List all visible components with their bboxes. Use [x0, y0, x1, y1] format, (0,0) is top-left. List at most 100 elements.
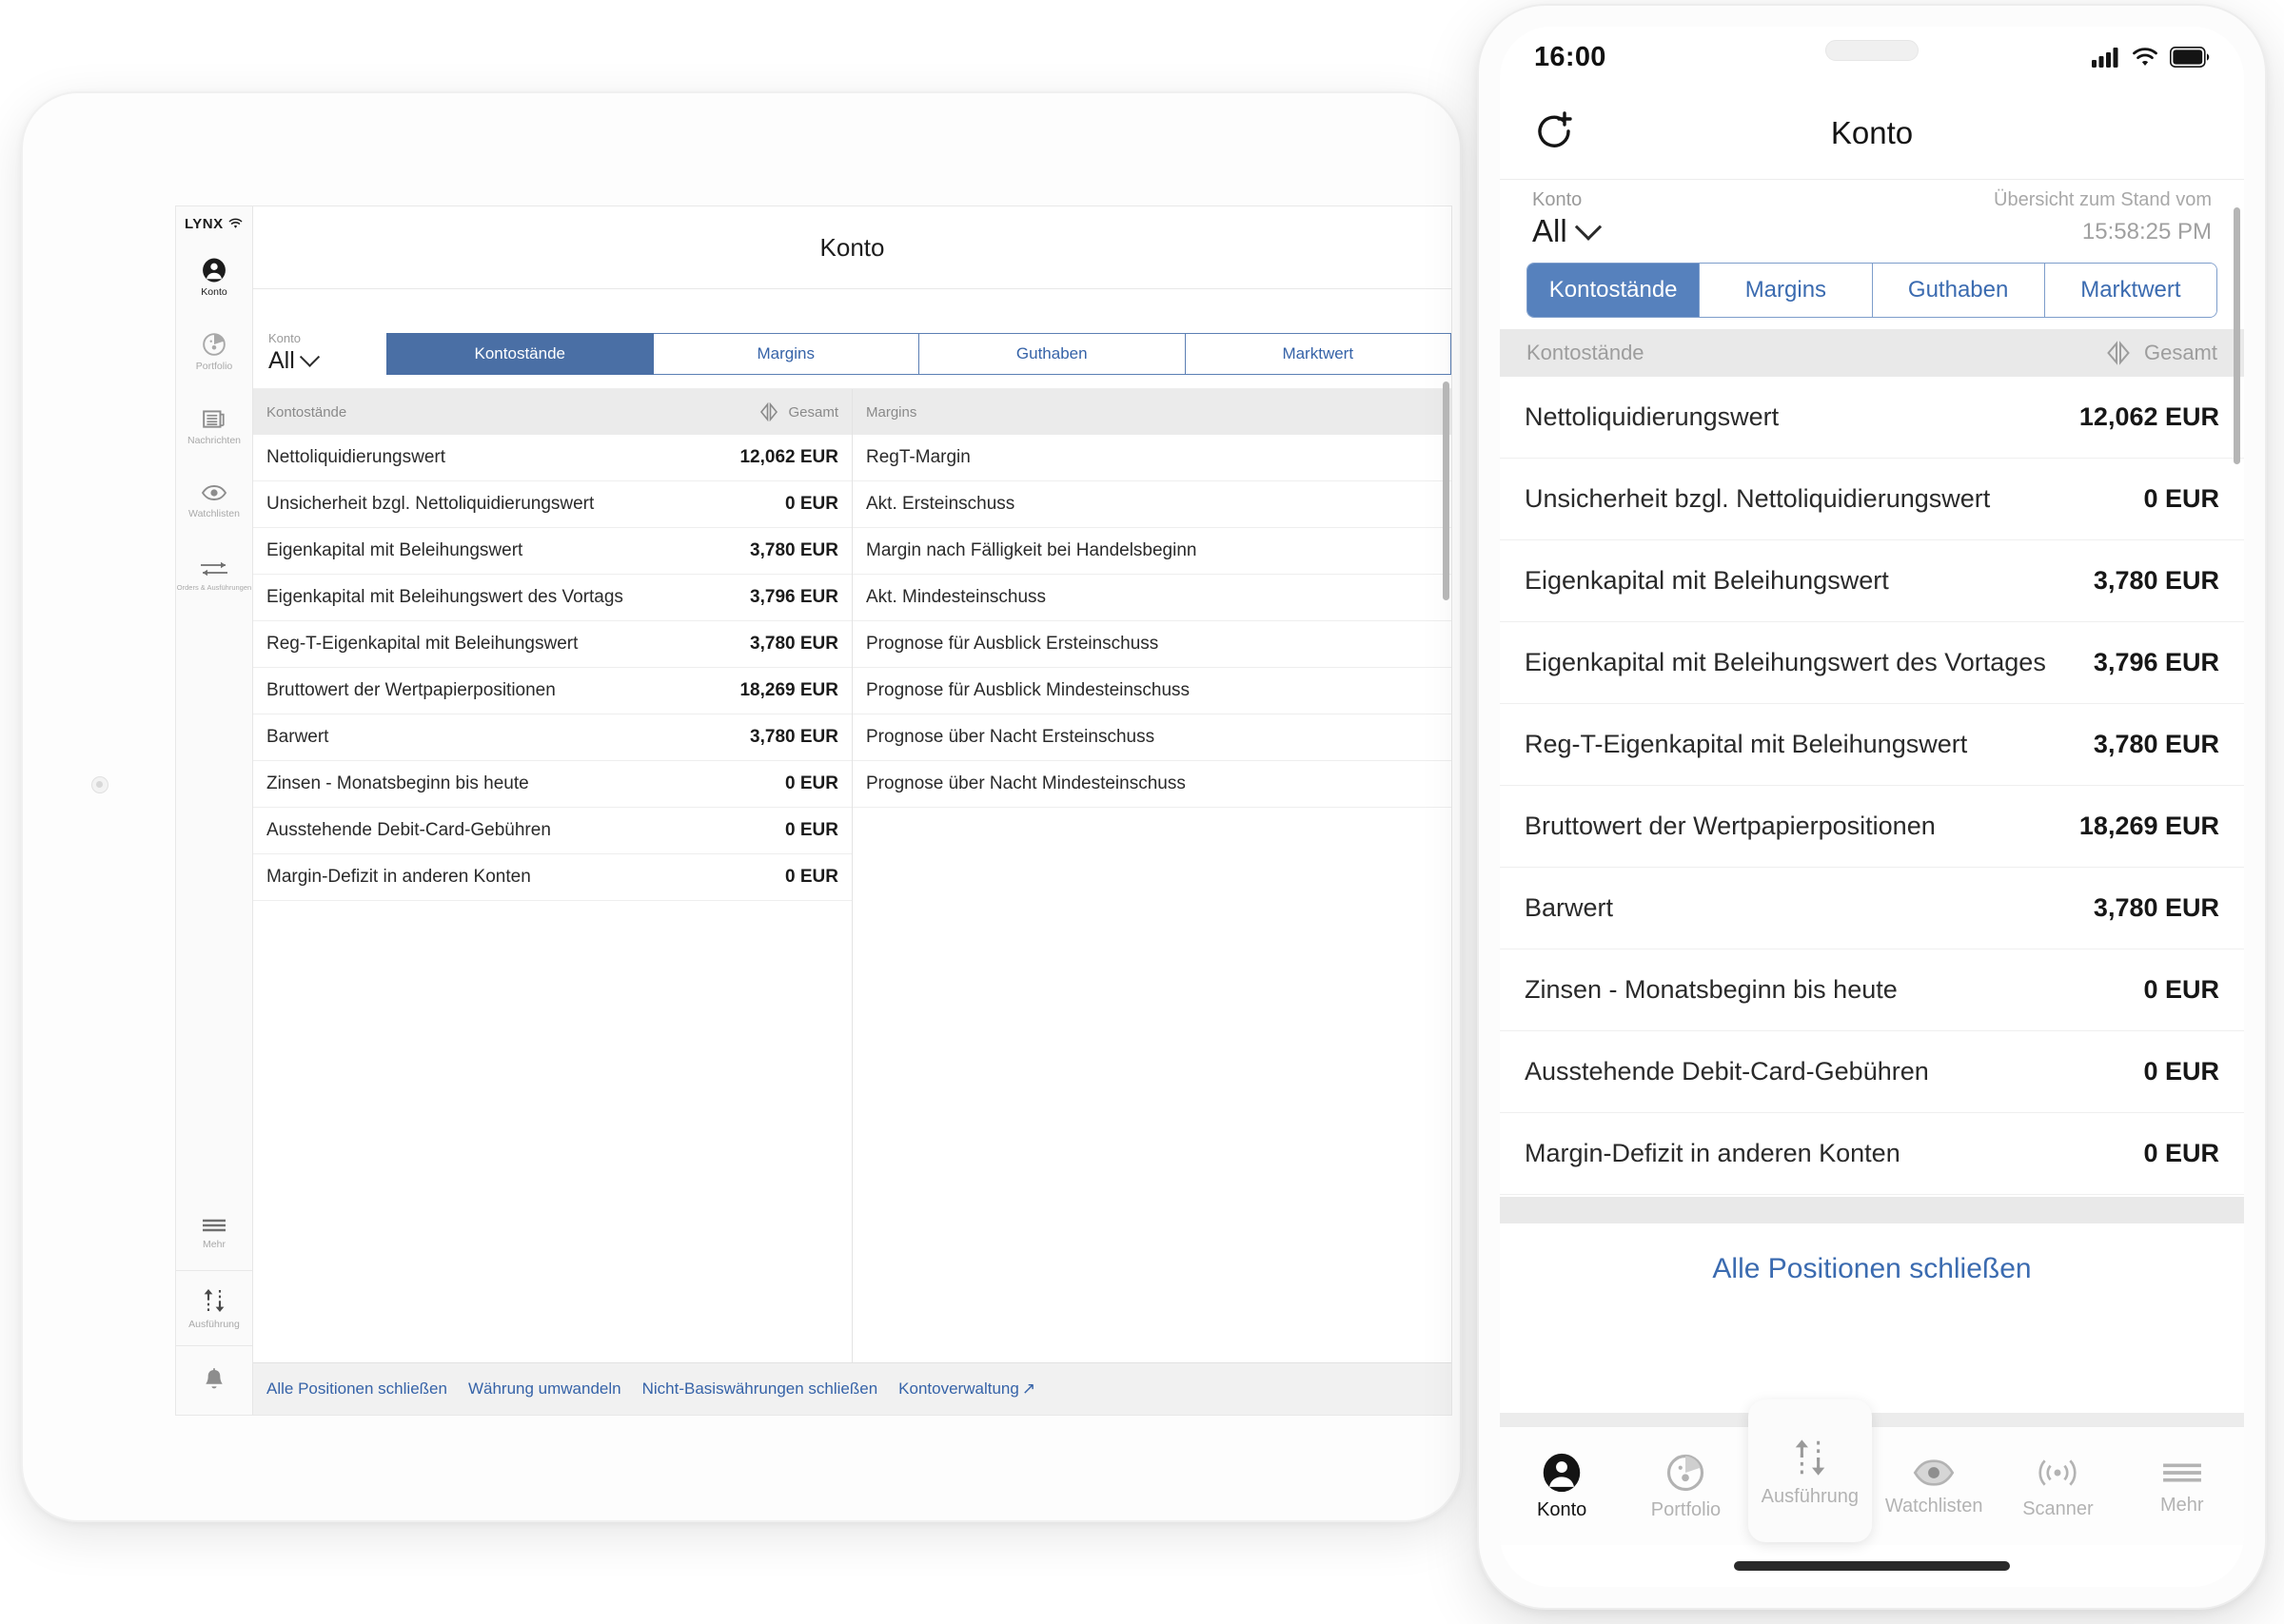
row-label: Bruttowert der Wertpapierpositionen [1525, 812, 1936, 840]
table-row[interactable]: Akt. Ersteinschuss [853, 481, 1451, 528]
list-item[interactable]: Ausstehende Debit-Card-Gebühren 0 EUR [1500, 1031, 2244, 1113]
phone-tabbar: Konto Portfolio Ausführung Watchlisten S… [1500, 1399, 2244, 1545]
list-item[interactable]: Barwert 3,780 EUR [1500, 868, 2244, 949]
list-item[interactable]: Unsicherheit bzgl. Nettoliquidierungswer… [1500, 459, 2244, 540]
row-label: Eigenkapital mit Beleihungswert des Vort… [1525, 648, 2046, 676]
row-value: 12,062 EUR [2078, 402, 2219, 431]
column-total-group[interactable]: Gesamt [2104, 341, 2217, 365]
up-down-arrows-icon [1788, 1436, 1832, 1479]
sidebar-item-portfolio[interactable]: Portfolio [176, 315, 252, 389]
row-value: 12,062 EUR [739, 447, 838, 467]
table-row[interactable]: Prognose über Nacht Mindesteinschuss [853, 761, 1451, 808]
sidebar-item-label: Ausführung [188, 1319, 240, 1331]
phone-account-selector[interactable]: Konto All [1532, 189, 1602, 249]
row-label: Ausstehende Debit-Card-Gebühren [1525, 1057, 1929, 1086]
table-row[interactable]: Barwert 3,780 EUR [253, 714, 852, 761]
tab-portfolio[interactable]: Portfolio [1624, 1427, 1747, 1545]
row-value: 0 EUR [2143, 975, 2219, 1004]
table-row[interactable]: Bruttowert der Wertpapierpositionen 18,26… [253, 668, 852, 714]
row-label: Bruttowert der Wertpapierpositionen [266, 680, 556, 700]
up-down-arrows-icon [199, 1286, 229, 1315]
list-item[interactable]: Bruttowert der Wertpapierpositionen 18,26… [1500, 786, 2244, 868]
row-label: Prognose über Nacht Mindesteinschuss [866, 773, 1186, 793]
phone-home-indicator [1500, 1545, 2244, 1587]
phone-segmented-control: Kontostände Margins Guthaben Marktwert [1526, 263, 2217, 318]
table-row[interactable]: Unsicherheit bzgl. Nettoliquidierungswer… [253, 481, 852, 528]
table-row[interactable]: Prognose für Ausblick Mindesteinschuss [853, 668, 1451, 714]
row-label: Zinsen - Monatsbeginn bis heute [266, 773, 529, 793]
refresh-plus-icon[interactable] [1532, 108, 1580, 158]
tab-margins[interactable]: Margins [653, 333, 919, 375]
row-label: Reg-T-Eigenkapital mit Beleihungswert [266, 634, 579, 654]
sidebar-item-label: Portfolio [195, 361, 233, 373]
sidebar-item-watchlisten[interactable]: Watchlisten [176, 463, 252, 538]
list-item[interactable]: Nettoliquidierungswert 12,062 EUR [1500, 377, 2244, 459]
table-row[interactable]: RegT-Margin [853, 435, 1451, 481]
list-item[interactable]: Eigenkapital mit Beleihungswert 3,780 EUR [1500, 540, 2244, 622]
table-row[interactable]: Prognose über Nacht Ersteinschuss [853, 714, 1451, 761]
wifi-icon [2132, 47, 2158, 68]
column-total-group[interactable]: Gesamt [758, 402, 838, 421]
link-waehrung-umwandeln[interactable]: Währung umwandeln [468, 1379, 621, 1399]
sidebar-item-konto[interactable]: Konto [176, 241, 252, 315]
list-item[interactable]: Eigenkapital mit Beleihungswert des Vort… [1500, 622, 2244, 704]
segment-guthaben[interactable]: Guthaben [1872, 264, 2045, 317]
tab-marktwert[interactable]: Marktwert [1185, 333, 1451, 375]
cellular-bars-icon [2092, 47, 2120, 68]
row-value: 0 EUR [785, 494, 838, 514]
sidebar-item-mehr[interactable]: Mehr [176, 1196, 252, 1270]
chevron-down-icon [1574, 213, 1602, 241]
table-row[interactable]: Eigenkapital mit Beleihungswert 3,780 EUR [253, 528, 852, 575]
account-value: All [268, 347, 295, 374]
link-kontoverwaltung[interactable]: Kontoverwaltung ↗ [898, 1379, 1035, 1399]
table-row[interactable]: Reg-T-Eigenkapital mit Beleihungswert 3,7… [253, 621, 852, 668]
table-row[interactable]: Nettoliquidierungswert 12,062 EUR [253, 435, 852, 481]
list-item[interactable]: Margin-Defizit in anderen Konten 0 EUR [1500, 1113, 2244, 1195]
segment-margins[interactable]: Margins [1700, 264, 1873, 317]
row-label: Zinsen - Monatsbeginn bis heute [1525, 975, 1898, 1004]
brand-label: LYNX [185, 215, 224, 232]
list-item[interactable]: Reg-T-Eigenkapital mit Beleihungswert 3,7… [1500, 704, 2244, 786]
account-value-wrap[interactable]: All [1532, 213, 1602, 249]
tab-ausfuehrung[interactable]: Ausführung [1747, 1399, 1872, 1542]
tablet-footer-links: Alle Positionen schließen Währung umwand… [253, 1362, 1451, 1415]
table-row[interactable]: Eigenkapital mit Beleihungswert des Vort… [253, 575, 852, 621]
list-item[interactable]: Zinsen - Monatsbeginn bis heute 0 EUR [1500, 949, 2244, 1031]
row-value: 3,780 EUR [2093, 730, 2219, 758]
expand-collapse-icon[interactable] [758, 402, 779, 421]
table-row[interactable]: Zinsen - Monatsbeginn bis heute 0 EUR [253, 761, 852, 808]
close-all-positions-button[interactable]: Alle Positionen schließen [1500, 1223, 2244, 1315]
sidebar-item-ausfuehrung[interactable]: Ausführung [176, 1270, 252, 1345]
column-header-title: Margins [866, 403, 917, 421]
table-row[interactable]: Margin nach Fälligkeit bei Handelsbeginn [853, 528, 1451, 575]
sidebar-bell-button[interactable] [176, 1345, 252, 1415]
status-right-group [2092, 47, 2210, 68]
tablet-account-selector[interactable]: Konto All [253, 330, 386, 375]
table-row[interactable]: Margin-Defizit in anderen Konten 0 EUR [253, 854, 852, 901]
phone-page-title: Konto [1830, 115, 1914, 150]
sidebar-item-orders[interactable]: Orders & Ausführungen [176, 538, 252, 612]
row-value: 0 EUR [2143, 1057, 2219, 1086]
link-alle-positionen-schliessen[interactable]: Alle Positionen schließen [266, 1379, 447, 1399]
row-value: 3,796 EUR [750, 587, 838, 607]
phone-account-row: Konto All Übersicht zum Stand vom 15:58:… [1500, 180, 2244, 249]
table-row[interactable]: Ausstehende Debit-Card-Gebühren 0 EUR [253, 808, 852, 854]
segment-kontostaende[interactable]: Kontostände [1527, 264, 1701, 317]
account-value-wrap[interactable]: All [268, 346, 386, 375]
phone-scrollbar[interactable] [2234, 207, 2240, 464]
link-nicht-basiswaehrungen-schliessen[interactable]: Nicht-Basiswährungen schließen [642, 1379, 878, 1399]
tab-kontostaende[interactable]: Kontostände [386, 333, 654, 375]
expand-collapse-icon[interactable] [2104, 341, 2133, 365]
tab-mehr[interactable]: Mehr [2120, 1427, 2244, 1545]
phone-column-header: Kontostände Gesamt [1500, 329, 2244, 377]
table-row[interactable]: Akt. Mindesteinschuss [853, 575, 1451, 621]
table-row[interactable]: Prognose für Ausblick Ersteinschuss [853, 621, 1451, 668]
phone-timestamp: Übersicht zum Stand vom 15:58:25 PM [1994, 189, 2212, 245]
tab-konto[interactable]: Konto [1500, 1427, 1624, 1545]
tab-scanner[interactable]: Scanner [1996, 1427, 2119, 1545]
tab-watchlisten[interactable]: Watchlisten [1872, 1427, 1996, 1545]
tablet-scrollbar[interactable] [1443, 382, 1449, 600]
tab-guthaben[interactable]: Guthaben [919, 333, 1186, 375]
sidebar-item-nachrichten[interactable]: Nachrichten [176, 389, 252, 463]
segment-marktwert[interactable]: Marktwert [2044, 264, 2216, 317]
